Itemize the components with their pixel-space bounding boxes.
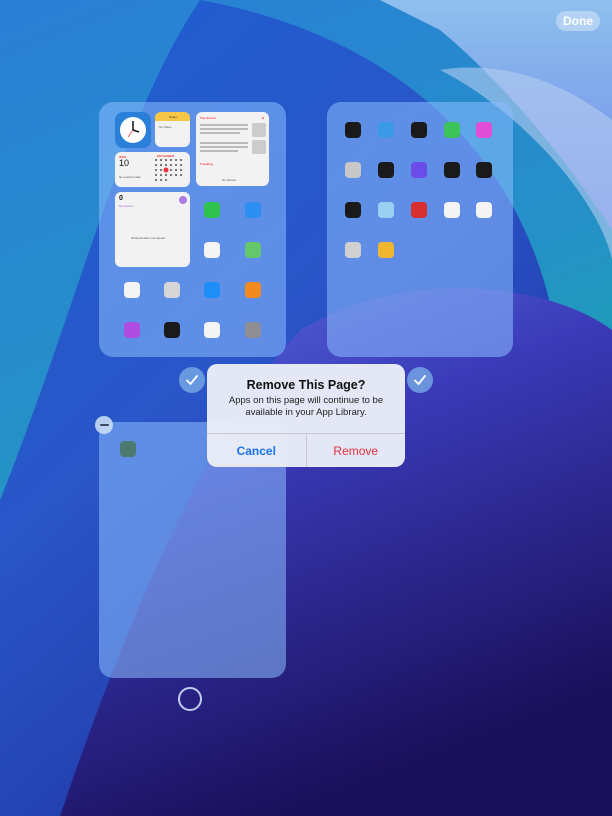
clock-icon (345, 122, 361, 138)
notes-widget: Notes No Notes (155, 112, 190, 147)
camera-icon (164, 282, 180, 298)
news-thumbnail (252, 123, 266, 137)
reminders-status: All Reminders Completed (131, 236, 166, 240)
calendar-grid-icon (155, 159, 182, 181)
utilities-icon (378, 202, 394, 218)
reminders-title: Reminders (119, 204, 134, 208)
magnifier-icon (345, 202, 361, 218)
home-icon (124, 282, 140, 298)
app-icon (120, 441, 136, 457)
page-2-visible-checkmark[interactable] (407, 367, 433, 393)
news-thumbnail (252, 140, 266, 154)
books-icon (245, 282, 261, 298)
reminders-icon (204, 242, 220, 258)
alert-button-row: Cancel Remove (207, 433, 405, 467)
apple-tv-icon (164, 322, 180, 338)
facetime-icon (204, 202, 220, 218)
news-icon (204, 322, 220, 338)
checkmark-icon (414, 375, 426, 385)
remove-page-alert: Remove This Page? Apps on this page will… (207, 364, 405, 467)
contacts-icon (345, 162, 361, 178)
news-trending-label: Trending (200, 162, 213, 166)
done-button[interactable]: Done (556, 11, 600, 31)
files-icon (245, 202, 261, 218)
settings-icon (245, 322, 261, 338)
reminders-count: 0 (119, 195, 123, 202)
notes-widget-title: Notes (169, 115, 177, 119)
itunes-store-icon (476, 122, 492, 138)
news-widget-title: Top Stories (200, 116, 217, 120)
voice-memos-icon (444, 162, 460, 178)
remove-page-minus-button[interactable] (95, 416, 113, 434)
game-center-icon (378, 162, 394, 178)
freeform-icon (444, 202, 460, 218)
notes-widget-empty: No Notes (159, 125, 172, 129)
health-icon (476, 202, 492, 218)
shortcuts-icon (411, 162, 427, 178)
home-page-2-thumbnail[interactable] (327, 102, 513, 357)
page-1-visible-checkmark[interactable] (179, 367, 205, 393)
find-my-icon (444, 122, 460, 138)
news-empty-label: No Stories (222, 178, 237, 182)
reminders-list-icon (179, 196, 187, 204)
calendar-month: DECEMBER (157, 154, 175, 158)
clock-face-icon (120, 117, 146, 143)
app-store-icon (204, 282, 220, 298)
photo-booth-icon (411, 202, 427, 218)
checkmark-icon (186, 375, 198, 385)
page-3-hidden-toggle[interactable] (178, 687, 202, 711)
news-widget: Top Stories N Trending No Stories (196, 112, 269, 186)
alert-message: Apps on this page will continue to be av… (228, 395, 384, 418)
tips-icon (378, 242, 394, 258)
remove-button[interactable]: Remove (307, 434, 406, 467)
calendar-note: No events today (119, 175, 141, 179)
calendar-day: 10 (119, 158, 130, 168)
reminders-widget: 0 Reminders All Reminders Completed (115, 192, 190, 267)
calculator-icon (345, 242, 361, 258)
alert-title: Remove This Page? (246, 378, 366, 392)
minus-icon (99, 424, 109, 426)
news-widget-logo: N (262, 116, 265, 120)
measure-icon (476, 162, 492, 178)
maps-icon (245, 242, 261, 258)
stocks-icon (411, 122, 427, 138)
calendar-widget: WED 10 No events today DECEMBER (115, 152, 190, 187)
cancel-button[interactable]: Cancel (207, 434, 307, 467)
clock-widget (115, 112, 151, 148)
podcasts-icon (124, 322, 140, 338)
weather-icon (378, 122, 394, 138)
